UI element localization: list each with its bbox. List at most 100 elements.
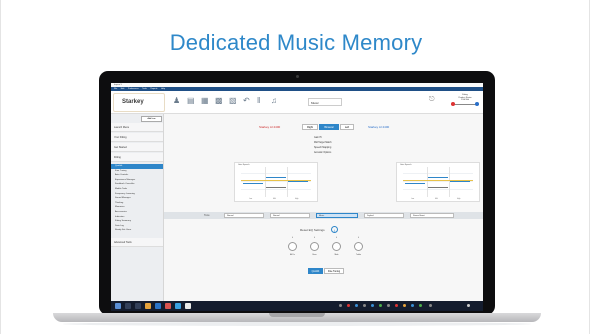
- control-dropdown-4[interactable]: Drybed: [364, 213, 404, 218]
- right-ear-label: Starkey AI 2400: [368, 125, 390, 129]
- tray-icon[interactable]: [419, 304, 422, 307]
- band-divider: [265, 167, 266, 197]
- task-view-icon[interactable]: [135, 303, 141, 309]
- knob-all[interactable]: 0 All Dx: [288, 237, 297, 256]
- start-icon[interactable]: [115, 303, 121, 309]
- grid-line: [403, 189, 473, 190]
- band-divider: [449, 167, 450, 197]
- mid-band-floor: [428, 187, 448, 188]
- target-line: [403, 180, 473, 181]
- tray-icon[interactable]: [355, 304, 358, 307]
- tray-icon[interactable]: [347, 304, 350, 307]
- tray-icon[interactable]: [371, 304, 374, 307]
- binaural-button[interactable]: Binaural: [319, 124, 339, 130]
- notification-icon[interactable]: [467, 304, 470, 307]
- knob-dial[interactable]: [354, 242, 363, 251]
- tray-icon[interactable]: [411, 304, 414, 307]
- folder-app-icon[interactable]: [145, 303, 151, 309]
- user-icon[interactable]: ♟: [173, 96, 180, 105]
- tray-icon[interactable]: [379, 304, 382, 307]
- menu-file[interactable]: File: [114, 88, 117, 90]
- main-panel: Starkey AI 2400 Right Binaural Left Star…: [164, 114, 483, 301]
- sidebar-section-your-fitting[interactable]: Your Fitting: [111, 133, 163, 142]
- reset-eq-label: Reset EQ Settings: [300, 228, 325, 232]
- save-icon[interactable]: ▤: [187, 96, 195, 105]
- axis-low: Low: [249, 198, 253, 200]
- tray-icon[interactable]: [339, 304, 342, 307]
- quickfit-button[interactable]: Quickfit: [308, 268, 323, 274]
- mid-band-floor: [266, 187, 286, 188]
- mid-band-level: [266, 177, 286, 178]
- option-acoustic-options[interactable]: Acoustic Options: [314, 152, 374, 155]
- grid-line: [241, 189, 311, 190]
- control-dropdown-1[interactable]: Normal: [224, 213, 264, 218]
- knob-dial[interactable]: [332, 242, 341, 251]
- folder-icon[interactable]: ▦: [201, 96, 209, 105]
- menu-reports[interactable]: Reports: [150, 88, 157, 90]
- add-item-button[interactable]: Add Item: [141, 116, 162, 122]
- sidebar-section-launch[interactable]: Launch Menu: [111, 123, 163, 132]
- knob-value: 0: [358, 237, 359, 239]
- control-dropdown-2[interactable]: Normal: [270, 213, 310, 218]
- knob-value: 0: [292, 237, 293, 239]
- music-dropdown[interactable]: Music: [316, 213, 358, 218]
- left-ear-dot[interactable]: [451, 102, 455, 106]
- slide: Dedicated Music Memory Inspire X File Ed…: [0, 0, 590, 334]
- fine-tuning-button[interactable]: Fine Tuning: [324, 268, 344, 274]
- axis-mid: Mid: [435, 198, 438, 200]
- inspire-app-icon[interactable]: [175, 303, 181, 309]
- high-band-level: [288, 181, 308, 182]
- mid-band-level: [428, 177, 448, 178]
- browser-app-icon[interactable]: [155, 303, 161, 309]
- knob-mids[interactable]: 0 Mids: [332, 237, 341, 256]
- knob-value: 0: [314, 237, 315, 239]
- sidebar-section-get-started[interactable]: Get Started: [111, 143, 163, 152]
- print-icon[interactable]: ▩: [215, 96, 223, 105]
- hearing-aid-icon[interactable]: ⎋: [429, 96, 435, 104]
- compare-icon[interactable]: ‖: [257, 96, 260, 105]
- right-button[interactable]: Right: [302, 124, 318, 130]
- sidebar-item-ready-set-hear[interactable]: Ready Set. Hear: [111, 228, 163, 233]
- brand-logo: Starkey: [113, 93, 165, 112]
- tray-icon[interactable]: [363, 304, 366, 307]
- left-button[interactable]: Left: [340, 124, 354, 130]
- app-icon[interactable]: [165, 303, 171, 309]
- axis-mid: Mid: [273, 198, 276, 200]
- grid-line: [241, 173, 311, 174]
- stereo-boost-dropdown[interactable]: Stereo Boost: [410, 213, 454, 218]
- knob-label: All Dx: [290, 254, 295, 256]
- brand-name: Starkey: [122, 99, 144, 105]
- knob-bass[interactable]: 0 Bass: [310, 237, 319, 256]
- sidebar-section-fitting[interactable]: Fitting: [111, 153, 163, 162]
- window-app-icon[interactable]: [185, 303, 191, 309]
- low-band-level: [243, 183, 263, 184]
- option-speech-mapping[interactable]: Speech Mapping: [314, 147, 374, 150]
- knob-dial[interactable]: [310, 242, 319, 251]
- tray-icon[interactable]: [429, 304, 432, 307]
- knob-dial[interactable]: [288, 242, 297, 251]
- sidebar-section-advanced-tools[interactable]: Advanced Tools: [111, 238, 163, 247]
- music-icon[interactable]: ♫: [271, 96, 277, 105]
- menu-preferences[interactable]: Preferences: [128, 88, 139, 90]
- info-icon[interactable]: i: [331, 226, 338, 233]
- menu-edit[interactable]: Edit: [121, 88, 124, 90]
- program-dropdown[interactable]: Music: [308, 98, 342, 106]
- option-mid-target-match[interactable]: Mid Target Match: [314, 142, 374, 145]
- undo-icon[interactable]: ↶: [243, 96, 250, 105]
- tray-icon[interactable]: [387, 304, 390, 307]
- knob-treble[interactable]: 0 Treble: [354, 237, 363, 256]
- tray-icon[interactable]: [395, 304, 398, 307]
- option-gain-ht[interactable]: Gain Ht: [314, 137, 374, 140]
- low-band-level: [405, 183, 425, 184]
- search-icon[interactable]: [125, 303, 131, 309]
- laptop-screen: Inspire X File Edit Preferences Tools Re…: [111, 83, 483, 311]
- axis-low: Low: [411, 198, 415, 200]
- menu-tools[interactable]: Tools: [142, 88, 147, 90]
- right-ear-dot[interactable]: [475, 102, 479, 106]
- toolbar: Starkey ♟ ▤ ▦ ▩ ▧ ↶ ‖ ♫ Music ⎋ Fitting …: [111, 91, 483, 114]
- knob-label: Bass: [312, 254, 317, 256]
- band-divider: [427, 167, 428, 197]
- tray-icon[interactable]: [403, 304, 406, 307]
- chart-icon[interactable]: ▧: [229, 96, 237, 105]
- menu-help[interactable]: Help: [161, 88, 165, 90]
